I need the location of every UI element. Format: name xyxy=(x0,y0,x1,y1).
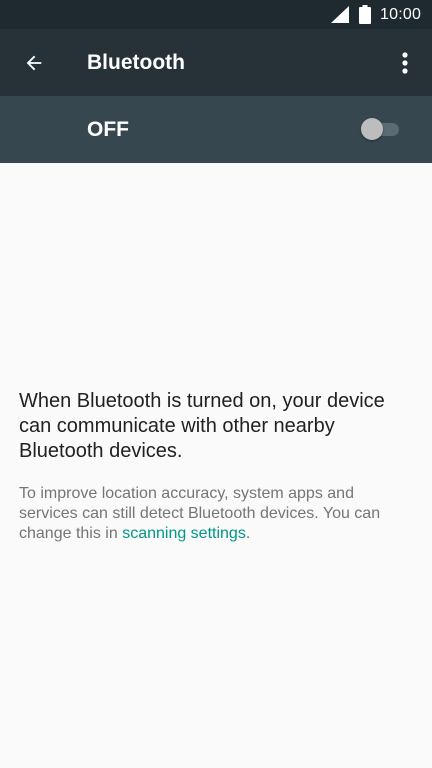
bluetooth-info: When Bluetooth is turned on, your device… xyxy=(19,389,415,544)
bluetooth-toggle-row[interactable]: OFF xyxy=(0,96,432,163)
toggle-state-label: OFF xyxy=(87,118,129,141)
bluetooth-switch[interactable] xyxy=(359,117,401,141)
more-vert-icon xyxy=(402,52,408,74)
battery-icon xyxy=(359,5,371,24)
cellular-signal-icon xyxy=(331,6,349,23)
scanning-note: To improve location accuracy, system app… xyxy=(19,484,415,544)
back-button[interactable] xyxy=(14,43,54,83)
more-options-button[interactable] xyxy=(390,43,420,83)
status-bar: 10:00 xyxy=(0,0,432,29)
scanning-settings-link[interactable]: scanning settings xyxy=(122,525,246,542)
status-time: 10:00 xyxy=(380,6,422,23)
app-bar: Bluetooth xyxy=(0,29,432,96)
bluetooth-description: When Bluetooth is turned on, your device… xyxy=(19,390,385,462)
arrow-back-icon xyxy=(26,55,42,71)
switch-thumb xyxy=(361,118,383,140)
bluetooth-settings-screen: 10:00 Bluetooth OFF When Bluetooth is tu… xyxy=(0,0,432,768)
page-title: Bluetooth xyxy=(87,51,185,74)
scanning-note-end: . xyxy=(245,525,251,542)
